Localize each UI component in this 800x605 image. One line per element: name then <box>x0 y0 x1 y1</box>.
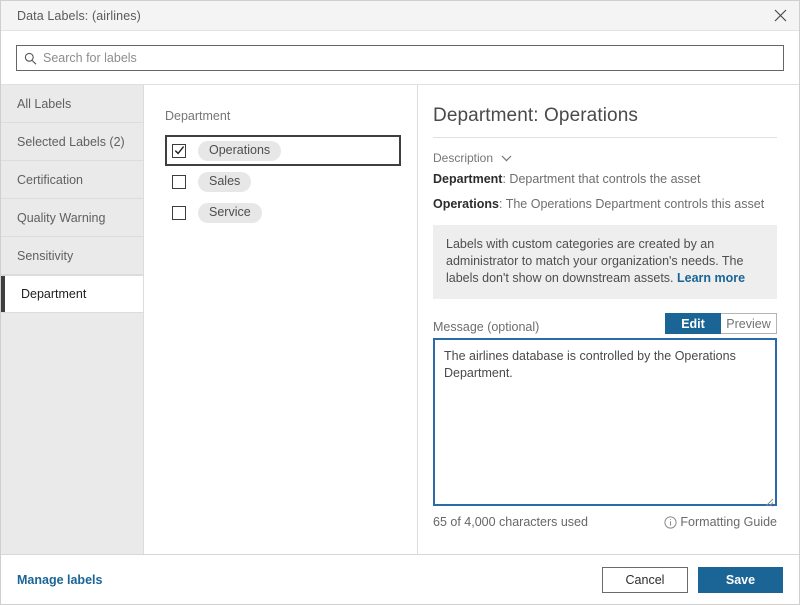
dialog-title: Data Labels: (airlines) <box>17 9 141 23</box>
sidebar-item-certification[interactable]: Certification <box>1 161 143 199</box>
character-count: 65 of 4,000 characters used <box>433 515 664 529</box>
close-icon <box>774 9 787 22</box>
message-textarea[interactable] <box>433 338 777 506</box>
message-label: Message (optional) <box>433 320 665 334</box>
checkbox-operations[interactable] <box>172 144 186 158</box>
info-icon <box>664 516 677 529</box>
sidebar-item-department[interactable]: Department <box>1 275 143 313</box>
search-icon <box>17 52 43 65</box>
label-list-panel: Department Operations Sales Service <box>144 85 418 554</box>
dialog-footer: Manage labels Cancel Save <box>1 554 799 604</box>
checkbox-service[interactable] <box>172 206 186 220</box>
category-sidebar: All Labels Selected Labels (2) Certifica… <box>1 85 144 554</box>
checkbox-sales[interactable] <box>172 175 186 189</box>
description-line-operations: Operations: The Operations Department co… <box>433 196 777 212</box>
message-footer: 65 of 4,000 characters used Formatting G… <box>433 515 777 529</box>
detail-title: Department: Operations <box>433 105 777 127</box>
sidebar-item-label: Department <box>21 287 86 301</box>
sidebar-item-all-labels[interactable]: All Labels <box>1 85 143 123</box>
label-chip: Operations <box>198 141 281 161</box>
description-line-department: Department: Department that controls the… <box>433 171 777 187</box>
learn-more-link[interactable]: Learn more <box>677 271 745 285</box>
description-toggle[interactable]: Description <box>433 151 512 165</box>
close-button[interactable] <box>761 2 799 30</box>
info-callout: Labels with custom categories are create… <box>433 225 777 299</box>
label-option-service[interactable]: Service <box>165 197 401 228</box>
sidebar-item-label: Sensitivity <box>17 249 73 263</box>
label-list-heading: Department <box>165 109 401 123</box>
search-row <box>1 31 799 84</box>
label-chip: Service <box>198 203 262 223</box>
search-input[interactable] <box>43 47 783 69</box>
description-text: : Department that controls the asset <box>502 172 700 186</box>
save-button[interactable]: Save <box>698 567 783 593</box>
search-box[interactable] <box>16 45 784 71</box>
description-term: Department <box>433 172 502 186</box>
sidebar-item-quality-warning[interactable]: Quality Warning <box>1 199 143 237</box>
formatting-guide-label: Formatting Guide <box>680 515 777 529</box>
manage-labels-link[interactable]: Manage labels <box>17 573 102 587</box>
tab-edit[interactable]: Edit <box>665 313 721 334</box>
label-chip: Sales <box>198 172 251 192</box>
sidebar-item-label: Certification <box>17 173 83 187</box>
description-text: : The Operations Department controls thi… <box>499 197 764 211</box>
dialog-titlebar: Data Labels: (airlines) <box>1 1 799 31</box>
data-labels-dialog: Data Labels: (airlines) A <box>0 0 800 605</box>
formatting-guide-link[interactable]: Formatting Guide <box>664 515 777 529</box>
sidebar-item-selected-labels[interactable]: Selected Labels (2) <box>1 123 143 161</box>
description-term: Operations <box>433 197 499 211</box>
sidebar-item-sensitivity[interactable]: Sensitivity <box>1 237 143 275</box>
message-textarea-wrapper <box>433 338 777 509</box>
label-option-operations[interactable]: Operations <box>165 135 401 166</box>
sidebar-item-label: Selected Labels (2) <box>17 135 125 149</box>
chevron-down-icon <box>501 155 512 162</box>
cancel-button[interactable]: Cancel <box>602 567 688 593</box>
dialog-body: All Labels Selected Labels (2) Certifica… <box>1 84 799 554</box>
label-option-sales[interactable]: Sales <box>165 166 401 197</box>
description-toggle-label: Description <box>433 151 493 165</box>
message-header: Message (optional) Edit Preview <box>433 313 777 334</box>
sidebar-item-label: All Labels <box>17 97 71 111</box>
tab-preview[interactable]: Preview <box>721 313 777 334</box>
message-mode-tabs: Edit Preview <box>665 313 777 334</box>
detail-divider <box>433 137 777 138</box>
sidebar-item-label: Quality Warning <box>17 211 105 225</box>
label-detail-panel: Department: Operations Description Depar… <box>418 85 799 554</box>
